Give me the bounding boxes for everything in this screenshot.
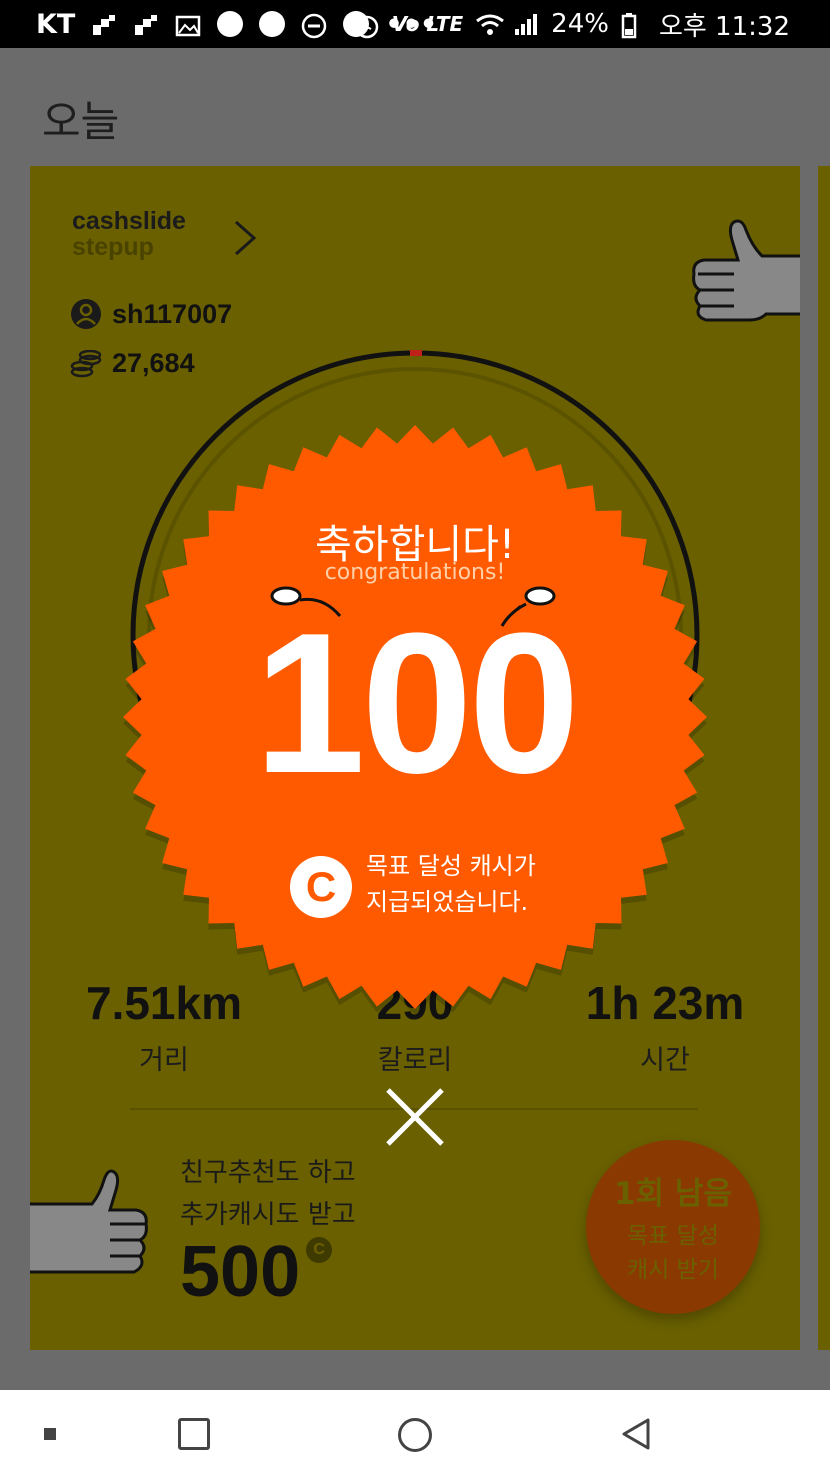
promo-line2: 추가캐시도 받고 [180,1200,356,1230]
congrats-popup: 축하합니다! congratulations! 100 C 목표 달성 캐시가 … [118,420,712,1014]
logo-line2: stepup [72,233,154,261]
popup-message: 목표 달성 캐시가 지급되었습니다. [366,848,536,920]
close-icon[interactable] [384,1086,446,1148]
stat-label: 거리 [139,1045,189,1076]
carrier-label: KT [36,8,76,40]
goal-label-line1: 목표 달성 [627,1222,719,1249]
dock-dot-icon[interactable] [44,1428,56,1440]
stat-label: 칼로리 [377,1045,453,1076]
chat-icon [259,11,286,37]
promo-amount-row: 500 C [180,1236,356,1308]
goal-reward-button[interactable]: 1회 남음 목표 달성 캐시 받기 [586,1140,760,1314]
navigation-bar [0,1390,830,1476]
wifi-icon [475,13,505,35]
thumbs-up-icon [692,219,800,322]
notification-icon [91,13,117,35]
referral-promo[interactable]: 친구추천도 하고 추가캐시도 받고 500 C [180,1152,356,1308]
profile-icon [71,299,101,329]
cash-coin-icon: C [306,1237,333,1263]
reward-amount: 100 [254,592,580,815]
goal-label-line2: 캐시 받기 [627,1256,719,1283]
lock-app-icon [217,11,244,37]
chevron-right-icon[interactable] [232,218,258,258]
back-icon[interactable] [618,1416,654,1452]
alarm-icon [354,13,380,39]
gallery-icon [175,13,201,37]
user-info: sh117007 [70,298,232,330]
volte-label: Vo LTE [391,12,464,36]
battery-icon [621,13,647,39]
battery-percent: 24% [551,9,609,39]
clock: 오후 11:32 [658,11,790,42]
logo-line1: cashslide [72,207,186,235]
signal-icon [513,13,539,35]
home-icon[interactable] [398,1418,432,1452]
username: sh117007 [112,298,233,329]
do-not-disturb-icon [301,13,327,39]
recent-apps-icon[interactable] [178,1418,210,1450]
stat-label: 시간 [640,1045,690,1076]
notification-icon [133,13,159,35]
cashslide-logo[interactable]: cashslide stepup [72,208,186,260]
coins-icon [70,349,102,377]
thumbs-up-icon [30,1169,148,1274]
promo-amount: 500 [180,1232,301,1312]
popup-message-line2: 지급되었습니다. [366,888,529,916]
popup-message-line1: 목표 달성 캐시가 [366,852,536,880]
promo-line1: 친구추천도 하고 [180,1158,356,1188]
page-title: 오늘 [42,97,120,146]
cash-coin-icon: C [290,856,352,918]
next-card[interactable] [818,166,830,1350]
remaining-count: 1회 남음 [614,1175,732,1212]
status-bar: KT ••• Vo LTE 24% 오후 11:32 [0,0,830,48]
